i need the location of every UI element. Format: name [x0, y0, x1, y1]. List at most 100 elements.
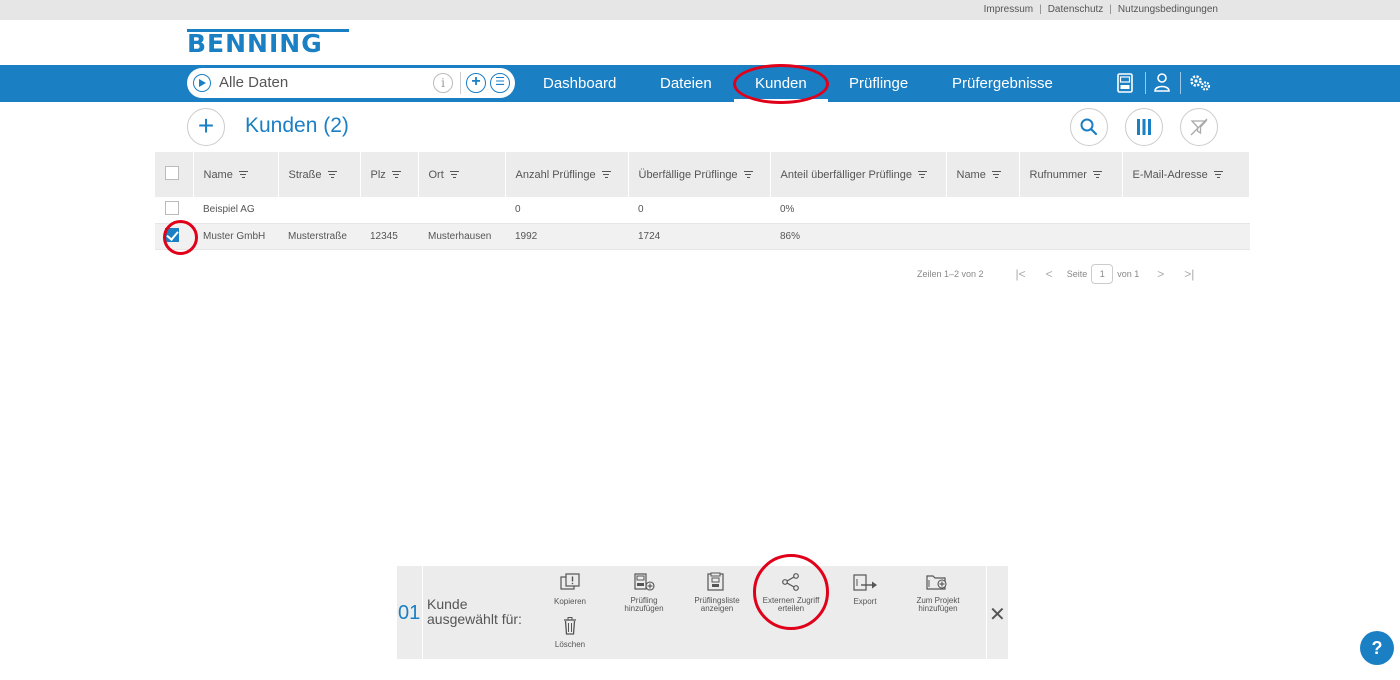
info-icon[interactable]: i: [433, 73, 453, 93]
selected-count: 01: [398, 602, 421, 624]
delete-button[interactable]: Löschen: [547, 614, 593, 649]
column-header-label: Anzahl Prüflinge: [515, 168, 596, 181]
columns-icon: [1137, 119, 1151, 135]
first-page-icon[interactable]: |<: [1016, 267, 1026, 281]
column-header-contact-name[interactable]: Name: [946, 152, 1020, 197]
table-row[interactable]: Beispiel AG 0 0 0%: [155, 197, 1250, 224]
rows-count-label: Zeilen 1–2 von 2: [917, 269, 984, 279]
selected-label: Kunde ausgewählt für:: [427, 597, 522, 627]
filter-icon[interactable]: [1213, 169, 1223, 180]
next-page-icon[interactable]: >: [1157, 267, 1164, 281]
filter-icon[interactable]: [1092, 169, 1102, 180]
select-all-cell: [155, 152, 194, 197]
cell-strasse: [278, 197, 360, 224]
device-icon[interactable]: [1116, 73, 1134, 93]
customer-table: Name Straße Plz Ort Anzahl Prüflinge Übe…: [155, 152, 1250, 250]
cell-name: Beispiel AG: [193, 197, 278, 224]
trash-icon: [564, 617, 576, 635]
row-checkbox[interactable]: [165, 201, 179, 216]
highlight-ring-external-access: [753, 554, 829, 630]
add-to-project-button[interactable]: Zum Projekt hinzufügen: [905, 570, 971, 613]
benning-logo[interactable]: BENNING: [187, 29, 349, 57]
filter-icon[interactable]: [991, 169, 1001, 180]
filter-icon[interactable]: [391, 169, 401, 180]
search-icon: [1080, 118, 1098, 136]
add-customer-button[interactable]: +: [187, 108, 225, 146]
cell-plz: 12345: [360, 223, 418, 250]
data-scope-label[interactable]: Alle Daten: [219, 74, 288, 91]
column-header-label: Name: [203, 168, 233, 181]
cell-anteil: 0%: [770, 197, 946, 224]
add-to-project-icon: [926, 575, 947, 590]
filter-icon[interactable]: [601, 169, 611, 180]
nutzungsbedingungen-link[interactable]: Nutzungsbedingungen: [1118, 4, 1218, 15]
filter-icon[interactable]: [238, 169, 248, 180]
column-header-label: Name: [956, 168, 986, 181]
column-header-name[interactable]: Name: [193, 152, 279, 197]
cell-rufnummer: [1019, 197, 1122, 224]
add-pruefling-button[interactable]: Prüfling hinzufügen: [615, 570, 673, 613]
column-header-label: Straße: [288, 168, 322, 181]
page-label: Seite: [1066, 269, 1088, 279]
row-select-cell: [155, 197, 193, 224]
cell-anzahl: 1992: [505, 223, 628, 250]
datenschutz-link[interactable]: Datenschutz: [1048, 4, 1104, 15]
cell-ueberfaellig: 0: [628, 197, 770, 224]
selection-action-bar: 01 Kunde ausgewählt für: Kopieren Lösche…: [397, 566, 1008, 659]
show-pruefingsliste-button[interactable]: Prüflingsliste anzeigen: [687, 570, 747, 613]
play-icon[interactable]: [193, 74, 211, 92]
column-header-anteil-ueberfaelliger[interactable]: Anteil überfälliger Prüflinge: [770, 152, 947, 197]
nav-dashboard[interactable]: Dashboard: [543, 75, 616, 92]
data-scope-selector[interactable]: Alle Daten i + ☰: [187, 68, 515, 98]
last-page-icon[interactable]: >|: [1184, 267, 1194, 281]
table-row[interactable]: Muster GmbH Musterstraße 12345 Musterhau…: [155, 223, 1250, 250]
column-header-strasse[interactable]: Straße: [278, 152, 361, 197]
settings-gears-icon[interactable]: [1189, 73, 1213, 93]
export-icon: [853, 574, 877, 591]
column-header-plz[interactable]: Plz: [360, 152, 419, 197]
column-header-rufnummer[interactable]: Rufnummer: [1019, 152, 1123, 197]
device-list-icon: [707, 572, 724, 591]
cell-ort: [418, 197, 505, 224]
add-filter-icon[interactable]: +: [466, 73, 486, 93]
filter-off-icon: [1190, 118, 1208, 136]
select-all-checkbox[interactable]: [165, 166, 179, 180]
page-number-input[interactable]: 1: [1091, 264, 1114, 284]
column-header-label: Überfällige Prüflinge: [638, 168, 738, 181]
filter-icon[interactable]: [327, 169, 337, 180]
column-header-anzahl-pruefinge[interactable]: Anzahl Prüflinge: [505, 152, 629, 197]
top-bar: Impressum | Datenschutz | Nutzungsbeding…: [0, 0, 1400, 20]
column-header-email[interactable]: E-Mail-Adresse: [1122, 152, 1250, 197]
close-icon[interactable]: ✕: [989, 602, 1006, 627]
cell-strasse: Musterstraße: [278, 223, 360, 250]
page-of-label: von 1: [1117, 269, 1140, 279]
prev-page-icon[interactable]: <: [1046, 267, 1053, 281]
impressum-link[interactable]: Impressum: [984, 4, 1033, 15]
filter-icon[interactable]: [743, 169, 753, 180]
action-bar-left-column: 01: [397, 566, 423, 659]
list-icon[interactable]: ☰: [490, 73, 510, 93]
copy-icon: [560, 573, 580, 590]
clear-filter-button[interactable]: [1180, 108, 1218, 146]
column-header-ueberfaellige-pruefinge[interactable]: Überfällige Prüflinge: [628, 152, 771, 197]
selected-label-line: Kunde: [427, 596, 468, 612]
nav-pruefinge[interactable]: Prüflinge: [849, 75, 908, 92]
column-header-ort[interactable]: Ort: [418, 152, 506, 197]
add-pruefling-label: hinzufügen: [624, 604, 664, 613]
search-button[interactable]: [1070, 108, 1108, 146]
nav-pruefergebnisse[interactable]: Prüfergebnisse: [952, 75, 1053, 92]
cell-ort: Musterhausen: [418, 223, 505, 250]
help-button[interactable]: ?: [1360, 631, 1394, 665]
link-separator: |: [1109, 4, 1112, 15]
export-button[interactable]: Export: [841, 571, 889, 606]
cell-plz: [360, 197, 418, 224]
user-icon[interactable]: [1153, 72, 1171, 92]
delete-label: Löschen: [554, 640, 586, 649]
column-header-label: Ort: [428, 168, 444, 181]
nav-dateien[interactable]: Dateien: [660, 75, 712, 92]
filter-icon[interactable]: [449, 169, 459, 180]
filter-icon[interactable]: [917, 169, 927, 180]
cell-anteil: 86%: [770, 223, 946, 250]
columns-button[interactable]: [1125, 108, 1163, 146]
copy-button[interactable]: Kopieren: [547, 571, 593, 606]
